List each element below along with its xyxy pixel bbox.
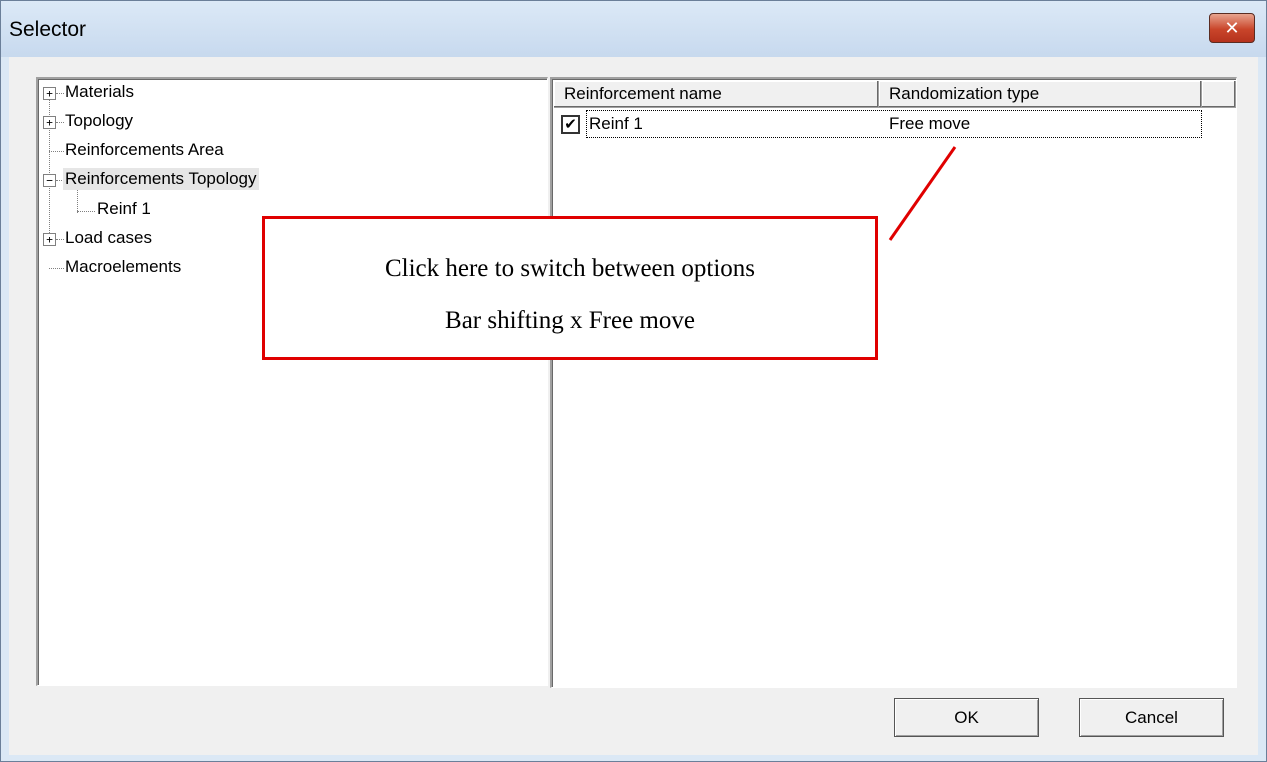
callout-line-1: Click here to switch between options: [384, 255, 756, 282]
callout-line-2: Bar shifting x Free move: [445, 307, 695, 334]
callout-pointer-line: [888, 146, 957, 241]
callout-box: Click here to switch between options Bar…: [262, 216, 878, 360]
